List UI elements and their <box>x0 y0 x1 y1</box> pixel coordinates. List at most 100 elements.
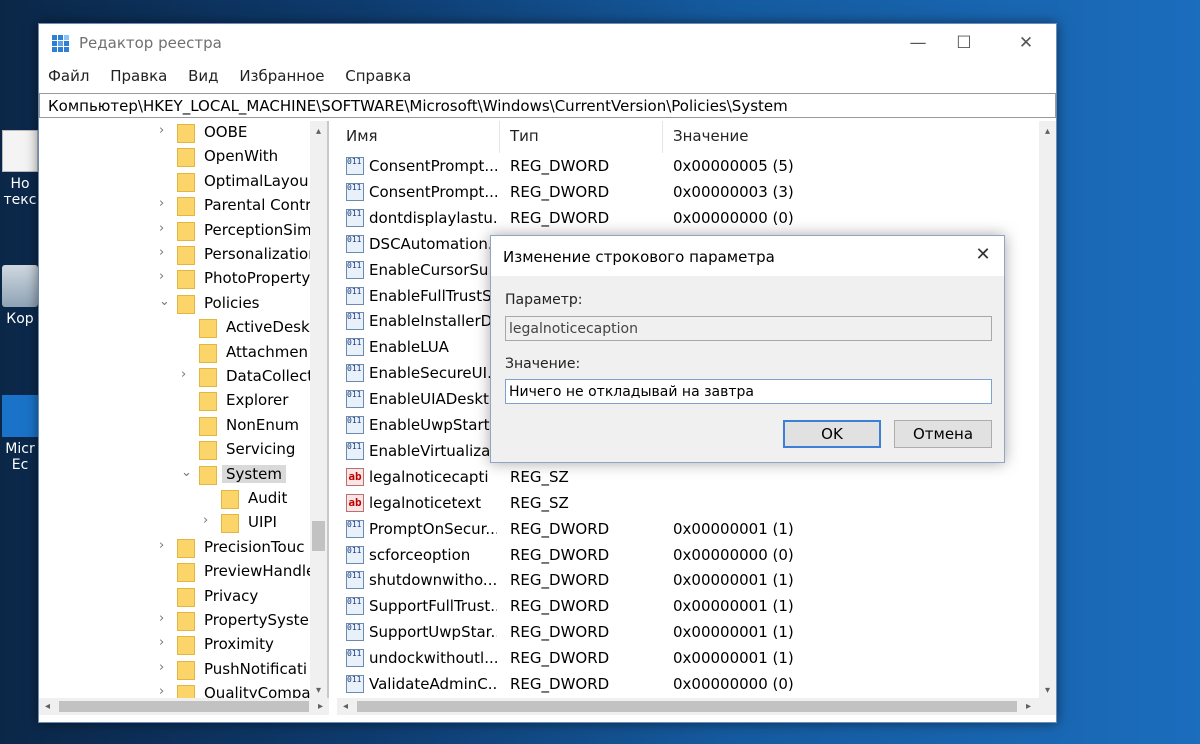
value-type: REG_DWORD <box>510 571 610 590</box>
chevron-right-icon[interactable]: › <box>159 635 173 650</box>
chevron-down-icon[interactable]: ⌄ <box>181 465 195 480</box>
value-row[interactable]: 011 110 dontdisplaylastu... REG_DWORD 0x000… <box>337 205 1037 231</box>
recycle-bin-icon <box>2 265 38 307</box>
menu-favorites[interactable]: Избранное <box>230 62 331 85</box>
tree-item[interactable]: › OOBE <box>159 121 327 145</box>
value-row[interactable]: 011 110 scforceoption REG_DWORD 0x00000000 … <box>337 542 1037 568</box>
title-bar[interactable]: Редактор реестра — ☐ ✕ <box>39 24 1056 62</box>
column-separator[interactable] <box>662 121 663 153</box>
value-row[interactable]: ab legalnoticetext REG_SZ <box>337 490 1037 516</box>
tree-item[interactable]: › PrecisionTouc <box>159 536 327 560</box>
tree-item[interactable]: › Proximity <box>159 633 327 657</box>
scrollbar-thumb[interactable] <box>312 521 325 551</box>
desktop-icon-edge[interactable]: Micr Ec <box>0 395 40 473</box>
dialog-title-bar[interactable]: Изменение строкового параметра ✕ <box>491 236 1004 276</box>
chevron-right-icon[interactable]: › <box>159 221 173 236</box>
tree-item[interactable]: › Personalization <box>159 243 327 267</box>
value-type: REG_DWORD <box>510 649 610 668</box>
tree-item[interactable]: › PropertySyster <box>159 609 327 633</box>
parameter-name-field[interactable]: legalnoticecaption <box>505 316 992 341</box>
scrollbar-thumb[interactable] <box>357 701 1017 712</box>
tree-item-label: Proximity <box>204 635 274 654</box>
chevron-right-icon[interactable]: › <box>159 269 173 284</box>
scroll-right-icon[interactable]: ▸ <box>1020 698 1037 715</box>
dialog-close-button[interactable]: ✕ <box>970 242 996 268</box>
tree-item[interactable]: Servicing <box>181 438 327 462</box>
address-bar[interactable]: Компьютер\HKEY_LOCAL_MACHINE\SOFTWARE\Mi… <box>39 93 1056 118</box>
scroll-left-icon[interactable]: ◂ <box>337 698 354 715</box>
registry-editor-icon <box>52 35 69 52</box>
value-type: REG_DWORD <box>510 519 610 538</box>
value-row[interactable]: ab legalnoticecapti REG_SZ <box>337 464 1037 490</box>
ok-button[interactable]: OK <box>783 420 881 448</box>
tree-item[interactable]: OptimalLayou <box>159 170 327 194</box>
scroll-up-icon[interactable]: ▴ <box>310 123 327 140</box>
value-row[interactable]: 011 110 SupportFullTrust... REG_DWORD 0x000… <box>337 593 1037 619</box>
value-row[interactable]: 011 110 PromptOnSecur... REG_DWORD 0x000000… <box>337 516 1037 542</box>
binary-value-icon: 011 110 <box>346 312 364 331</box>
tree-item[interactable]: PreviewHandle <box>159 560 327 584</box>
value-row[interactable]: 011 110 shutdownwitho... REG_DWORD 0x000000… <box>337 567 1037 593</box>
desktop-icon-notepad[interactable]: Ho текс <box>0 130 40 208</box>
scroll-left-icon[interactable]: ◂ <box>39 698 56 715</box>
list-vertical-scrollbar[interactable]: ▴ ▾ <box>1039 121 1056 701</box>
tree-item[interactable]: Attachmen <box>181 341 327 365</box>
value-name: EnableUIADeskt... <box>369 390 497 409</box>
cancel-button[interactable]: Отмена <box>894 420 992 448</box>
desktop-icon-recycle-bin[interactable]: Кор <box>0 265 40 327</box>
chevron-right-icon[interactable]: › <box>159 123 173 138</box>
tree-item[interactable]: › PushNotificati <box>159 658 327 682</box>
value-data-field[interactable]: Ничего не откладывай на завтра <box>505 379 992 404</box>
value-row[interactable]: 011 110 SupportUwpStar... REG_DWORD 0x00000… <box>337 619 1037 645</box>
minimize-button[interactable]: — <box>895 24 941 62</box>
chevron-right-icon[interactable]: › <box>159 660 173 675</box>
column-header-type[interactable]: Тип <box>510 127 539 145</box>
scrollbar-thumb[interactable] <box>1039 121 1056 591</box>
scroll-right-icon[interactable]: ▸ <box>312 698 329 715</box>
chevron-right-icon[interactable]: › <box>203 513 217 528</box>
tree-vertical-scrollbar[interactable]: ▴ ▾ <box>310 121 327 701</box>
column-separator[interactable] <box>499 121 500 153</box>
scrollbar-thumb[interactable] <box>59 701 309 712</box>
tree-item[interactable]: Privacy <box>159 585 327 609</box>
folder-icon <box>199 368 217 387</box>
scroll-down-icon[interactable]: ▾ <box>1039 682 1056 699</box>
chevron-right-icon[interactable]: › <box>159 245 173 260</box>
tree-item[interactable]: ActiveDeskt <box>181 316 327 340</box>
menu-view[interactable]: Вид <box>179 62 225 85</box>
chevron-right-icon[interactable]: › <box>159 196 173 211</box>
value-row[interactable]: 011 110 ConsentPrompt... REG_DWORD 0x000000… <box>337 153 1037 179</box>
tree-item[interactable]: Explorer <box>181 389 327 413</box>
tree-horizontal-scrollbar[interactable]: ◂ ▸ <box>39 698 329 715</box>
value-row[interactable]: 011 110 ValidateAdminC... REG_DWORD 0x00000… <box>337 671 1037 697</box>
menu-edit[interactable]: Правка <box>101 62 174 85</box>
desktop-icon-label: текс <box>3 192 37 208</box>
menu-file[interactable]: Файл <box>39 62 96 85</box>
chevron-down-icon[interactable]: ⌄ <box>159 294 173 309</box>
desktop-icon-label: Ec <box>11 457 29 473</box>
chevron-right-icon[interactable]: › <box>159 611 173 626</box>
tree-item-label: Privacy <box>204 586 259 605</box>
chevron-right-icon[interactable]: › <box>181 367 195 382</box>
tree-item[interactable]: › PerceptionSim <box>159 219 327 243</box>
chevron-right-icon[interactable]: › <box>159 684 173 699</box>
column-header-value[interactable]: Значение <box>673 127 749 145</box>
value-row[interactable]: 011 110 undockwithoutl... REG_DWORD 0x00000… <box>337 645 1037 671</box>
tree-item[interactable]: NonEnum <box>181 414 327 438</box>
tree-item[interactable]: › DataCollect <box>181 365 327 389</box>
maximize-button[interactable]: ☐ <box>941 24 987 62</box>
tree-item-label: PerceptionSim <box>204 220 312 239</box>
tree-item[interactable]: ⌄ System <box>181 463 327 487</box>
scroll-down-icon[interactable]: ▾ <box>310 682 327 699</box>
column-header-name[interactable]: Имя <box>346 127 378 145</box>
scroll-up-icon[interactable]: ▴ <box>1039 123 1056 140</box>
tree-item[interactable]: ⌄ Policies <box>159 292 327 316</box>
chevron-right-icon[interactable]: › <box>159 538 173 553</box>
tree-item[interactable]: › PhotoProperty <box>159 267 327 291</box>
tree-item[interactable]: OpenWith <box>159 145 327 169</box>
value-row[interactable]: 011 110 ConsentPrompt... REG_DWORD 0x000000… <box>337 179 1037 205</box>
tree-item[interactable]: › Parental Contr <box>159 194 327 218</box>
close-button[interactable]: ✕ <box>1003 24 1049 62</box>
list-horizontal-scrollbar[interactable]: ◂ ▸ <box>337 698 1056 715</box>
menu-help[interactable]: Справка <box>336 62 418 85</box>
